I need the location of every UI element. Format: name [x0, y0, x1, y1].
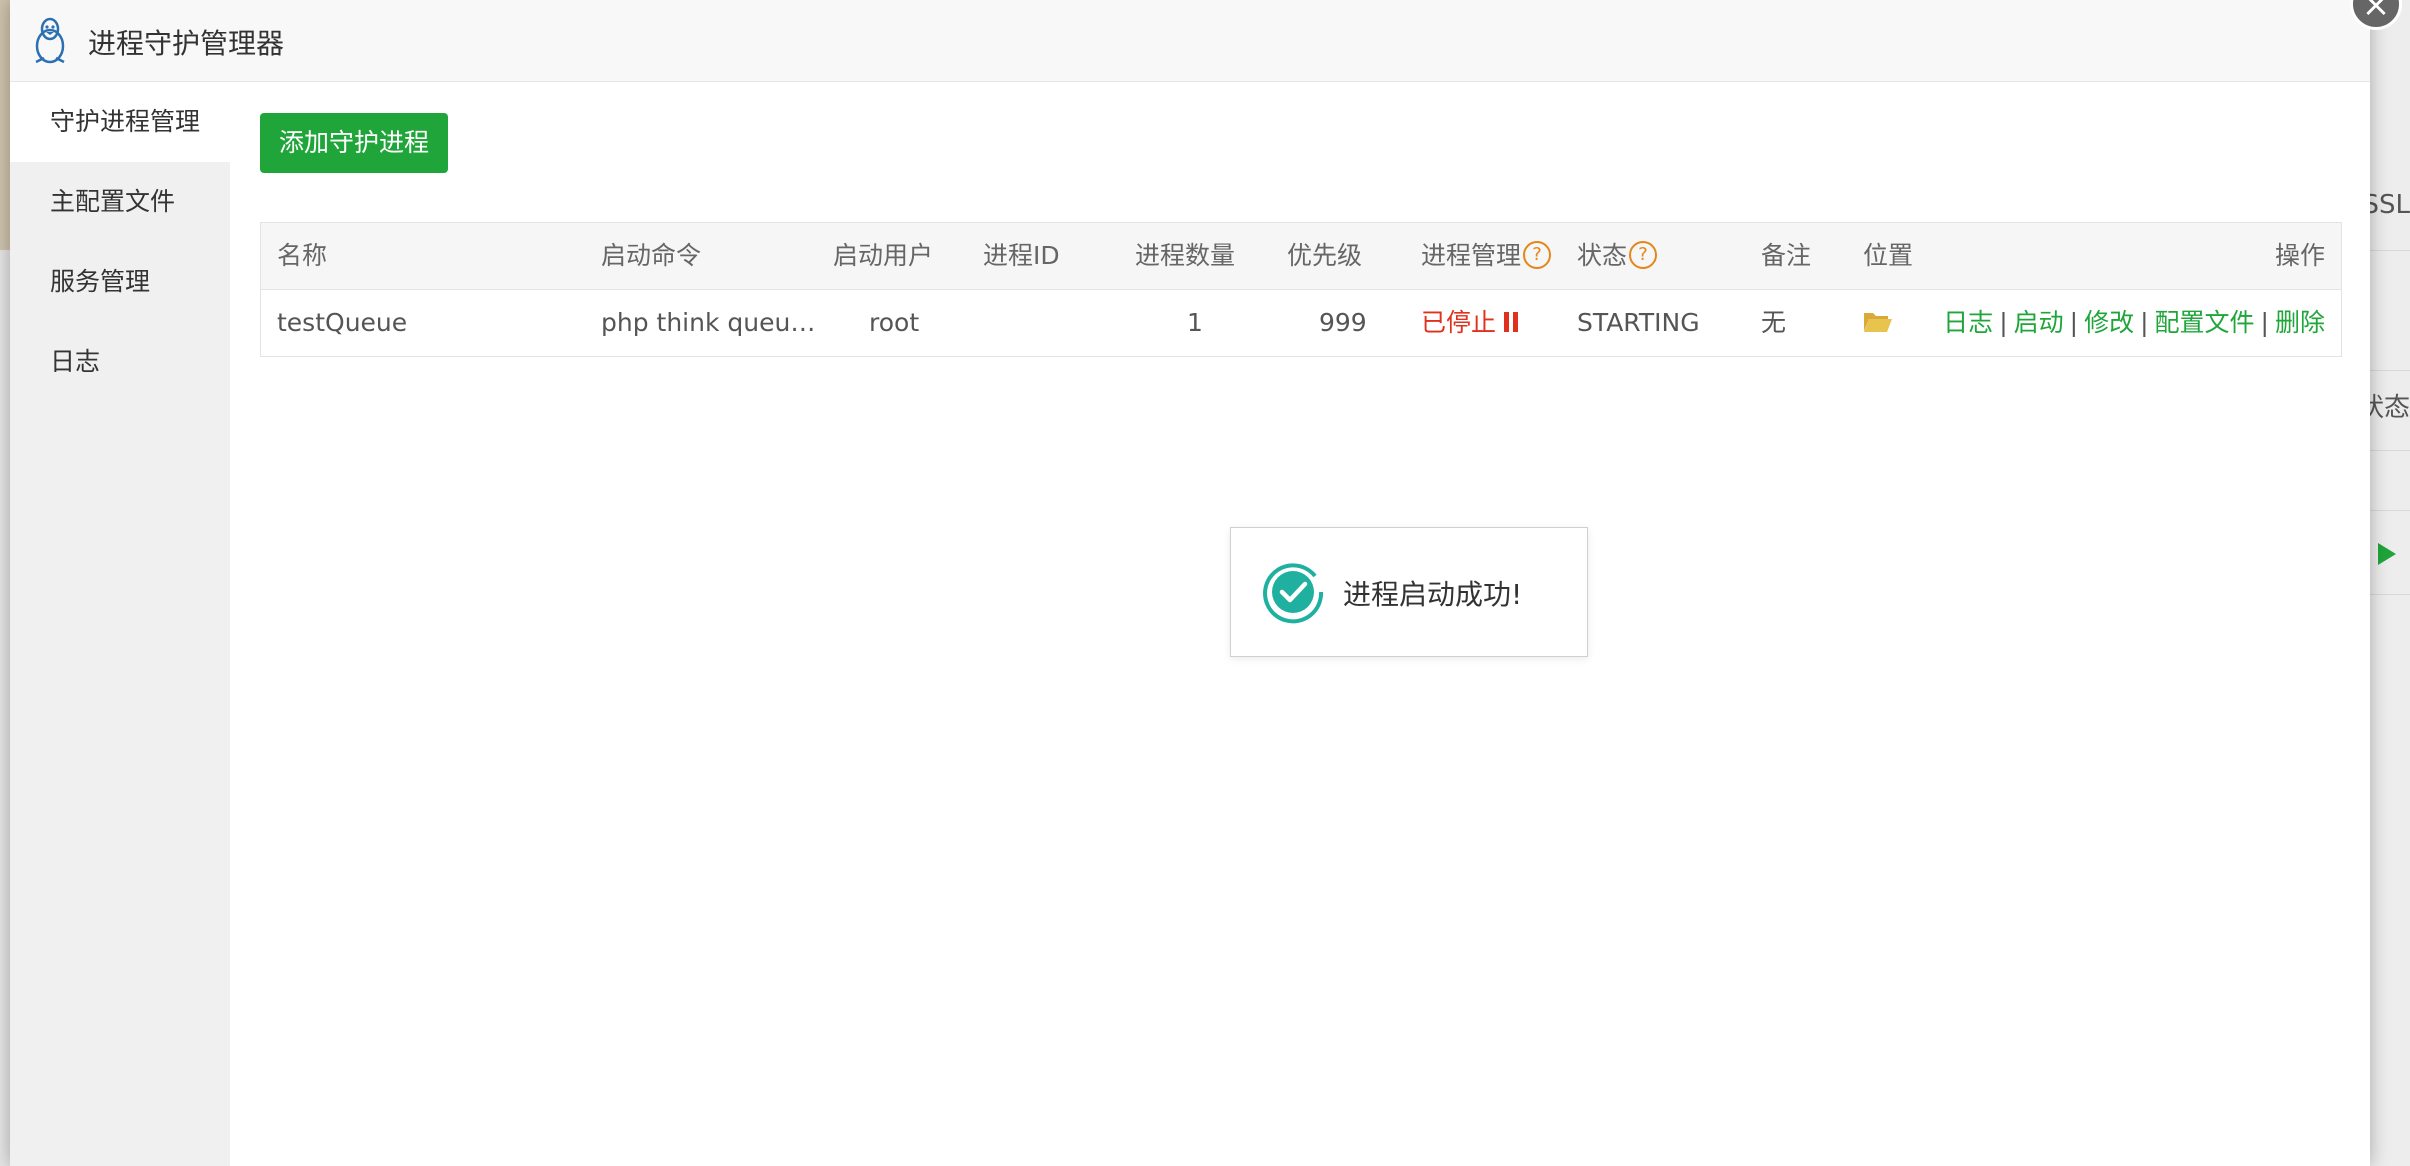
dialog-titlebar: 进程守护管理器	[10, 0, 2370, 82]
dialog-title: 进程守护管理器	[88, 27, 285, 60]
cell-name: testQueue	[277, 308, 408, 337]
check-circle-icon	[1263, 563, 1324, 624]
action-separator: |	[2260, 308, 2269, 337]
column-header-manage: 进程管理?	[1421, 223, 1552, 289]
column-header-status-label: 状态	[1577, 241, 1628, 270]
background-row-divider	[2370, 594, 2410, 595]
process-guard-dialog: 进程守护管理器 守护进程管理 主配置文件 服务管理 日志 添加守护进程 名称 启…	[10, 0, 2402, 1166]
column-header-actions: 操作	[2274, 241, 2325, 270]
background-row-divider	[2370, 510, 2410, 511]
success-toast: 进程启动成功!	[1230, 527, 1588, 657]
cell-actions: 日志 | 启动 | 修改 | 配置文件 | 删除	[1943, 290, 2325, 356]
help-icon[interactable]: ?	[1523, 241, 1552, 269]
log-link[interactable]: 日志	[1943, 308, 1993, 337]
cell-command: php think queu…	[601, 308, 816, 337]
column-header-status: 状态?	[1577, 223, 1658, 289]
start-link[interactable]: 启动	[2014, 308, 2064, 337]
column-header-name[interactable]: 名称	[277, 223, 327, 289]
sidebar-item-process-management[interactable]: 守护进程管理	[10, 82, 230, 162]
toast-message: 进程启动成功!	[1343, 578, 1523, 611]
column-header-remark: 备注	[1761, 241, 1812, 270]
config-file-link[interactable]: 配置文件	[2155, 308, 2255, 337]
pause-icon	[1504, 312, 1519, 332]
action-separator: |	[2069, 308, 2079, 337]
folder-open-icon[interactable]	[1863, 310, 1893, 334]
column-header-location: 位置	[1863, 241, 1914, 270]
sidebar-item-logs[interactable]: 日志	[10, 322, 230, 402]
column-header-priority[interactable]: 优先级	[1287, 223, 1362, 289]
cell-remark: 无	[1761, 308, 1787, 337]
help-icon[interactable]: ?	[1629, 241, 1658, 269]
cell-manage[interactable]: 已停止	[1421, 290, 1519, 356]
table-header: 名称 启动命令 启动用户 进程ID 进程数量 优先级 进程管理? 状态? 备注 …	[261, 223, 2341, 290]
sidebar-item-main-config[interactable]: 主配置文件	[10, 162, 230, 242]
background-row-divider	[2370, 250, 2410, 251]
background-row-divider	[2370, 450, 2410, 451]
background-row-divider	[2370, 370, 2410, 371]
column-header-manage-label: 进程管理	[1421, 241, 1522, 270]
table-row: testQueue php think queu… root 1 999 已停止…	[261, 290, 2341, 356]
delete-link[interactable]: 删除	[2275, 308, 2325, 337]
cell-user: root	[869, 308, 920, 337]
cell-location	[1863, 290, 1893, 356]
background-left-image	[0, 0, 10, 250]
stopped-status-label: 已停止	[1421, 308, 1497, 337]
cell-count: 1	[1187, 308, 1203, 337]
sidebar: 守护进程管理 主配置文件 服务管理 日志	[10, 82, 230, 1166]
column-header-pid[interactable]: 进程ID	[983, 223, 1060, 289]
column-header-user[interactable]: 启动用户	[833, 223, 933, 289]
action-separator: |	[1999, 308, 2008, 337]
sidebar-item-service-management[interactable]: 服务管理	[10, 242, 230, 322]
background-page: SSL 状态	[2358, 0, 2410, 1166]
edit-link[interactable]: 修改	[2084, 308, 2134, 337]
action-separator: |	[2140, 308, 2149, 337]
main-content: 添加守护进程 名称 启动命令 启动用户 进程ID 进程数量 优先级 进程管理? …	[230, 82, 2370, 1166]
column-header-command[interactable]: 启动命令	[601, 223, 701, 289]
play-icon[interactable]	[2378, 543, 2396, 565]
add-process-button[interactable]: 添加守护进程	[260, 113, 448, 173]
cell-status: STARTING	[1577, 308, 1700, 337]
cell-priority: 999	[1319, 308, 1367, 337]
column-header-count[interactable]: 进程数量	[1135, 223, 1235, 289]
process-table: 名称 启动命令 启动用户 进程ID 进程数量 优先级 进程管理? 状态? 备注 …	[260, 222, 2342, 357]
linux-penguin-icon	[35, 17, 65, 64]
